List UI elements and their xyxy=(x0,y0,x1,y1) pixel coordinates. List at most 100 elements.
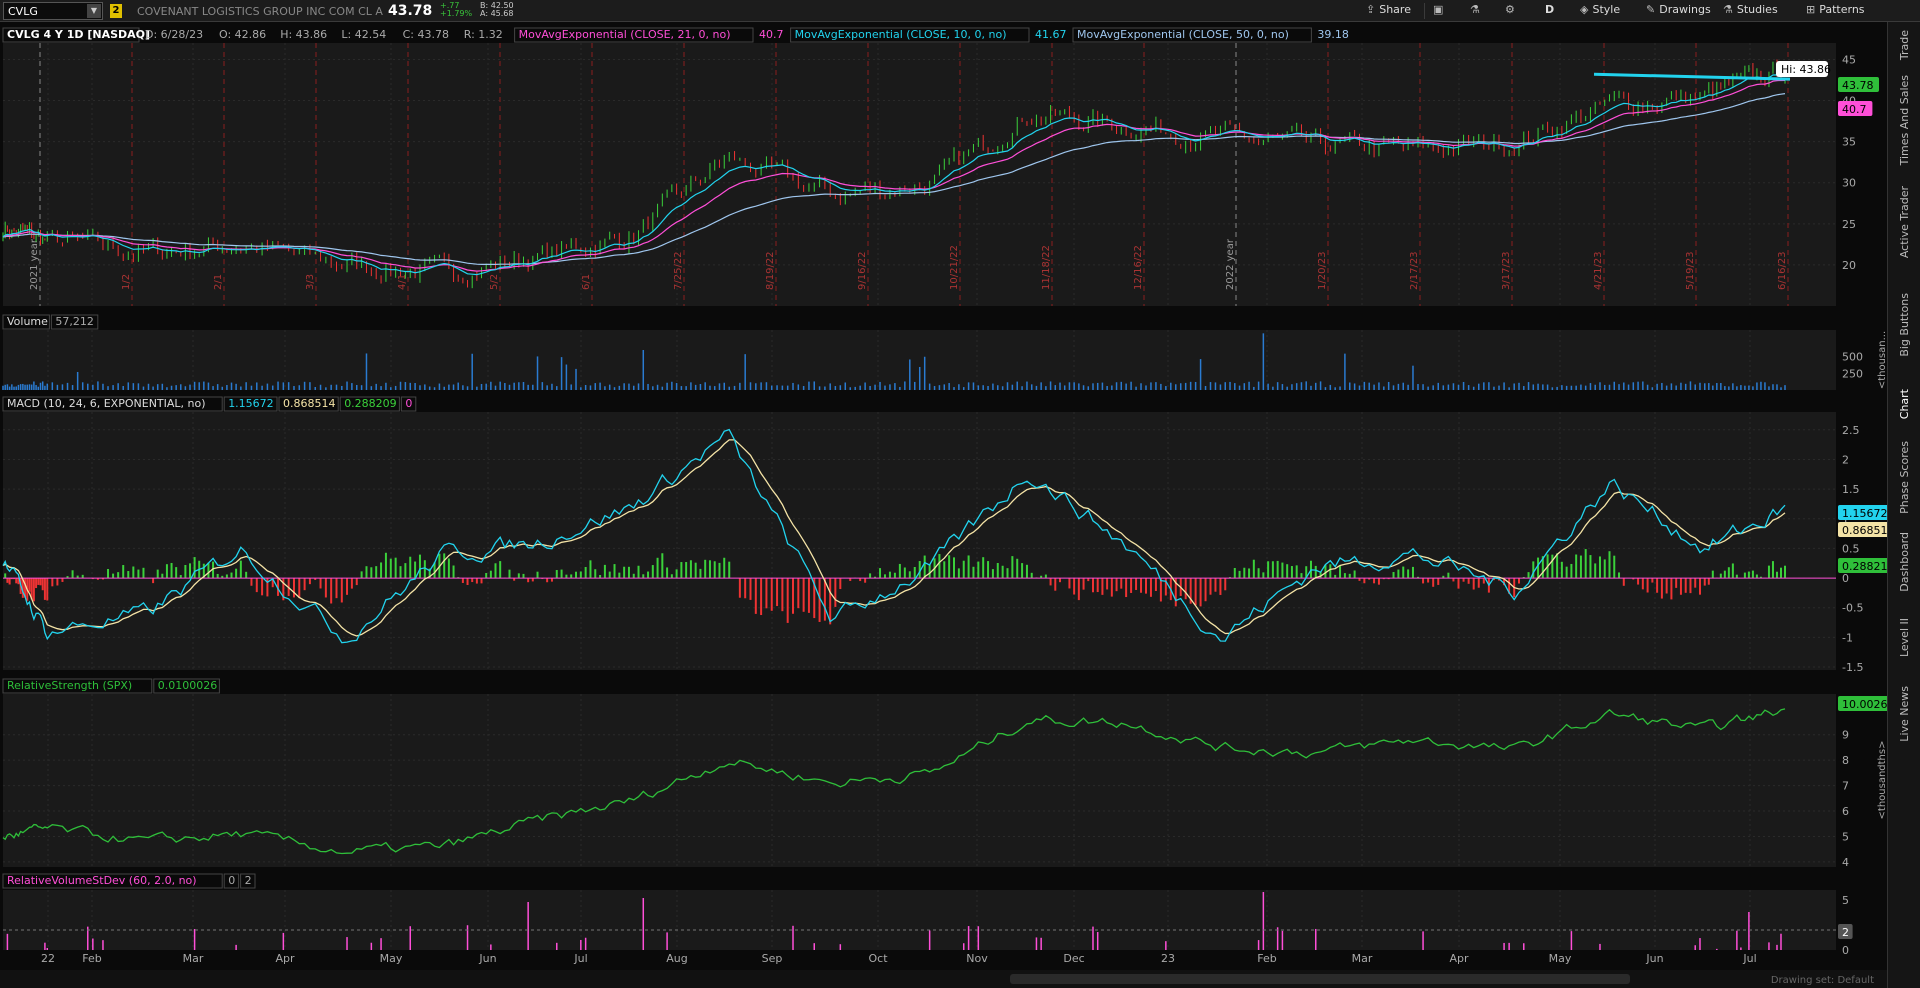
side-tab-label: Active Trader xyxy=(1898,185,1911,259)
macd-zero: 0 xyxy=(405,397,412,410)
ema10-legend: MovAvgExponential (CLOSE, 10, 0, no) xyxy=(795,28,1007,41)
rv-value2: 2 xyxy=(245,874,252,887)
macd-diff-tag: 0.28821 xyxy=(1842,560,1887,573)
drawing-set-label[interactable]: Drawing set: Default xyxy=(1771,975,1874,986)
rs-axis-tick: 4 xyxy=(1842,856,1849,869)
date-marker-label: 1/2 xyxy=(121,274,132,290)
rv-axis-tick: 0 xyxy=(1842,944,1849,957)
price-axis-tick: 45 xyxy=(1842,53,1856,66)
macd-axis-tick: 1.5 xyxy=(1842,483,1860,496)
chart-backgrounds xyxy=(0,22,1887,988)
x-axis-tick: 23 xyxy=(1161,952,1175,965)
date-marker-label: 5/2 xyxy=(489,274,500,290)
date-marker-label: 4/1 xyxy=(397,274,408,290)
side-tab-label: Phase Scores xyxy=(1898,440,1911,514)
side-tab-big-buttons[interactable]: Big Buttons xyxy=(1888,272,1920,377)
share-label: Share xyxy=(1379,3,1411,16)
date-marker-label: 4/21/23 xyxy=(1593,251,1604,290)
camera-button[interactable]: ▣ xyxy=(1433,3,1447,19)
macd-axis-tick: -1.5 xyxy=(1842,661,1863,674)
patterns-label: Patterns xyxy=(1819,3,1865,16)
ema21-legend: MovAvgExponential (CLOSE, 21, 0, no) xyxy=(519,28,731,41)
side-tab-label: Level II xyxy=(1898,618,1911,658)
symbol-input[interactable]: CVLG ▼ xyxy=(3,2,103,20)
rs-axis-tick: 5 xyxy=(1842,830,1849,843)
date-marker-label: 3/3 xyxy=(305,274,316,290)
macd-axis-tick: -0.5 xyxy=(1842,602,1863,615)
bar-low: L: 42.54 xyxy=(341,28,386,41)
horizontal-scrollbar[interactable] xyxy=(1010,974,1630,984)
x-axis-tick: Aug xyxy=(666,952,687,965)
x-axis-tick: Dec xyxy=(1063,952,1084,965)
date-marker-label: 6/1 xyxy=(581,274,592,290)
side-tab-chart[interactable]: Chart xyxy=(1888,377,1920,432)
date-marker-label: 10/21/22 xyxy=(949,245,960,290)
price-axis-tick: 35 xyxy=(1842,136,1856,149)
rv-value1: 0 xyxy=(228,874,235,887)
x-axis-tick: Jul xyxy=(1742,952,1756,965)
macd-axis-tick: 0 xyxy=(1842,572,1849,585)
price-axis-tick: 25 xyxy=(1842,218,1856,231)
flask-icon: ⚗ xyxy=(1470,3,1480,16)
rs-tag: 10.0026 xyxy=(1842,698,1887,711)
flask-button[interactable]: ⚗ xyxy=(1470,3,1484,19)
price-panel-bg xyxy=(3,43,1836,306)
rs-legend: RelativeStrength (SPX) xyxy=(7,679,132,692)
studies-button[interactable]: ⚗ Studies xyxy=(1723,3,1778,19)
x-axis-tick: 22 xyxy=(41,952,55,965)
x-axis-tick: Nov xyxy=(966,952,988,965)
date-marker-label: 7/25/22 xyxy=(673,251,684,290)
rs-axis-tick: 6 xyxy=(1842,805,1849,818)
side-tab-dashboard[interactable]: Dashboard xyxy=(1888,522,1920,602)
date-marker-label: 12/16/22 xyxy=(1133,245,1144,290)
x-axis-tick: Feb xyxy=(1257,952,1276,965)
date-marker-label: 2021 year xyxy=(29,238,40,290)
side-tab-times-and-sales[interactable]: Times And Sales xyxy=(1888,68,1920,172)
macd-avg-tag: 0.86851 xyxy=(1842,524,1887,537)
price-change: +.77 +1.79% xyxy=(440,2,472,18)
camera-icon: ▣ xyxy=(1433,3,1444,16)
bar-range: R: 1.32 xyxy=(464,28,503,41)
rs-unit: <thousandths> xyxy=(1877,741,1887,820)
symbol-dropdown-icon[interactable]: ▼ xyxy=(87,4,101,18)
rv-tag: 2 xyxy=(1842,926,1849,939)
side-tab-phase-scores[interactable]: Phase Scores xyxy=(1888,432,1920,522)
side-tab-live-news[interactable]: Live News xyxy=(1888,674,1920,754)
side-tab-active-trader[interactable]: Active Trader xyxy=(1888,172,1920,272)
side-tab-trade[interactable]: Trade xyxy=(1888,22,1920,68)
side-tabs: Trade Times And Sales Active Trader Big But… xyxy=(1887,22,1920,988)
rv-panel-bg xyxy=(3,890,1836,950)
last-price: 43.78 xyxy=(388,3,433,19)
drawings-button[interactable]: ✎ Drawings xyxy=(1646,3,1711,19)
patterns-button[interactable]: ⊞ Patterns xyxy=(1806,3,1865,19)
side-tab-label: Live News xyxy=(1898,686,1911,742)
rs-axis-tick: 7 xyxy=(1842,780,1849,793)
settings-button[interactable]: ⚙ xyxy=(1505,3,1519,19)
chart-area[interactable]: 2021 year 1/2 2/1 3/3 4/1 5/2 6/1 7/25/22 8/19/2… xyxy=(0,22,1887,988)
date-marker-label: 1/20/23 xyxy=(1317,251,1328,290)
toolbar-divider xyxy=(1424,3,1425,19)
style-button[interactable]: ◈ Style xyxy=(1580,3,1620,19)
period-button[interactable]: D xyxy=(1545,3,1554,19)
studies-label: Studies xyxy=(1736,3,1778,16)
volume-unit: <thousan... xyxy=(1877,331,1887,389)
bar-close: C: 43.78 xyxy=(403,28,449,41)
share-button[interactable]: ⇪ Share xyxy=(1366,3,1411,19)
ema21-tag: 40.7 xyxy=(1842,103,1867,116)
x-axis-tick: Sep xyxy=(762,952,783,965)
x-axis-tick: Mar xyxy=(183,952,204,965)
link-group-badge[interactable]: 2 xyxy=(110,4,122,18)
rv-legend: RelativeVolumeStDev (60, 2.0, no) xyxy=(7,874,197,887)
date-marker-label: 2/17/23 xyxy=(1409,251,1420,290)
date-marker-label: 3/17/23 xyxy=(1501,251,1512,290)
macd-axis-tick: 2.5 xyxy=(1842,424,1860,437)
date-marker-label: 6/16/23 xyxy=(1777,251,1788,290)
side-tab-level-ii[interactable]: Level II xyxy=(1888,602,1920,674)
x-axis-tick: Apr xyxy=(275,952,295,965)
ask-price: A: 45.68 xyxy=(480,9,514,18)
ema50-legend: MovAvgExponential (CLOSE, 50, 0, no) xyxy=(1077,28,1289,41)
pencil-icon: ✎ xyxy=(1646,3,1656,16)
rs-axis-tick: 8 xyxy=(1842,754,1849,767)
patterns-icon: ⊞ xyxy=(1806,3,1816,16)
macd-value-tag: 1.15672 xyxy=(1842,507,1887,520)
